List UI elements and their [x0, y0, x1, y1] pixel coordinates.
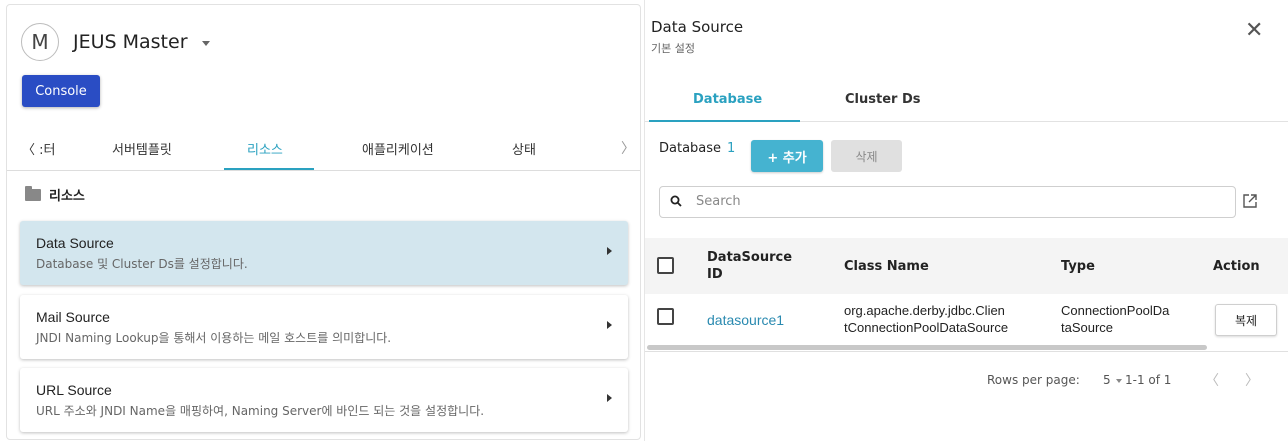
section-title: 리소스: [49, 189, 85, 204]
search-box[interactable]: [659, 186, 1236, 218]
datasource-id-link[interactable]: datasource1: [707, 312, 784, 329]
column-header-id-line1: DataSource: [707, 250, 793, 265]
delete-button[interactable]: 삭제: [831, 140, 902, 172]
resource-panel: M JEUS Master Console 〈 :터 서버템플릿 리소스 애플리…: [6, 4, 641, 440]
column-header-id-line2: ID: [707, 267, 723, 282]
class-name-line2: tConnectionPoolDataSource: [844, 320, 1009, 335]
card-description: Database 및 Cluster Ds를 설정합니다.: [36, 257, 248, 271]
column-header-id[interactable]: DataSource ID: [707, 249, 792, 283]
tab-resources[interactable]: 리소스: [247, 139, 283, 158]
copy-button[interactable]: 복제: [1215, 304, 1277, 336]
card-title: Data Source: [36, 235, 114, 251]
caret-right-icon: [607, 247, 612, 255]
table-row[interactable]: datasource1 org.apache.derby.jdbc.Clien …: [645, 294, 1288, 350]
tab-status[interactable]: 상태: [512, 139, 536, 158]
tab-cluster-ds[interactable]: Cluster Ds: [845, 92, 921, 107]
database-count-row: Database 1: [659, 141, 735, 156]
card-data-source[interactable]: Data Source Database 및 Cluster Ds를 설정합니다…: [20, 221, 628, 285]
close-icon[interactable]: ✕: [1245, 20, 1263, 42]
type-cell: ConnectionPoolDa taSource: [1061, 302, 1169, 336]
type-line1: ConnectionPoolDa: [1061, 303, 1170, 318]
datasource-tabs: Database Cluster Ds: [645, 78, 1288, 122]
column-header-class-name[interactable]: Class Name: [844, 258, 929, 275]
caret-right-icon: [607, 394, 612, 402]
add-button[interactable]: + 추가: [751, 140, 823, 172]
panel-subtitle: 기본 설정: [651, 42, 695, 55]
panel-title: Data Source: [651, 18, 744, 36]
chevron-down-icon[interactable]: [1116, 379, 1122, 383]
card-description: URL 주소와 JNDI Name을 매핑하여, Naming Server에 …: [36, 404, 485, 418]
section-heading: 리소스: [25, 185, 85, 204]
tab-database[interactable]: Database: [693, 92, 762, 107]
card-description: JNDI Naming Lookup을 통해서 이용하는 메일 호스트를 의미합…: [36, 331, 392, 345]
rows-per-page-label: Rows per page:: [987, 373, 1080, 387]
tab-applications[interactable]: 애플리케이션: [362, 139, 434, 158]
column-header-type[interactable]: Type: [1061, 258, 1095, 275]
chevron-down-icon[interactable]: [201, 40, 210, 46]
card-title: Mail Source: [36, 309, 110, 325]
rows-per-page-select[interactable]: 5: [1103, 373, 1111, 387]
database-label: Database: [659, 141, 722, 156]
tab-prev-clipped[interactable]: 〈 :터: [22, 139, 55, 158]
class-name-cell: org.apache.derby.jdbc.Clien tConnectionP…: [844, 302, 1008, 336]
nav-tabs: 〈 :터 서버템플릿 리소스 애플리케이션 상태 〉: [7, 125, 640, 171]
server-header[interactable]: M JEUS Master: [21, 23, 210, 61]
table-divider: [645, 351, 1288, 352]
active-tab-indicator: [224, 168, 314, 170]
column-header-action: Action: [1213, 259, 1260, 274]
row-checkbox[interactable]: [657, 308, 674, 325]
next-page-icon[interactable]: 〉: [1245, 370, 1259, 390]
database-count: 1: [727, 141, 736, 156]
select-all-checkbox[interactable]: [657, 257, 674, 274]
active-tab-indicator: [649, 120, 800, 122]
prev-page-icon[interactable]: 〈: [1205, 370, 1219, 390]
chevron-right-icon[interactable]: 〉: [621, 138, 635, 158]
console-button[interactable]: Console: [22, 75, 100, 107]
horizontal-scrollbar[interactable]: [647, 345, 1207, 350]
search-input[interactable]: [696, 194, 1216, 209]
card-title: URL Source: [36, 382, 112, 398]
pagination-range: 1-1 of 1: [1125, 373, 1172, 387]
caret-right-icon: [607, 321, 612, 329]
data-source-panel: Data Source 기본 설정 ✕ Database Cluster Ds …: [645, 0, 1288, 441]
server-name[interactable]: JEUS Master: [73, 31, 188, 53]
search-icon: [670, 195, 682, 207]
type-line2: taSource: [1061, 320, 1114, 335]
card-mail-source[interactable]: Mail Source JNDI Naming Lookup을 통해서 이용하는…: [20, 295, 628, 359]
card-url-source[interactable]: URL Source URL 주소와 JNDI Name을 매핑하여, Nami…: [20, 368, 628, 432]
folder-icon: [25, 185, 41, 201]
class-name-line1: org.apache.derby.jdbc.Clien: [844, 303, 1005, 318]
open-external-icon[interactable]: [1242, 193, 1258, 209]
avatar: M: [21, 23, 59, 61]
table-header: DataSource ID Class Name Type Action: [645, 238, 1288, 294]
tab-server-template[interactable]: 서버템플릿: [112, 139, 172, 158]
